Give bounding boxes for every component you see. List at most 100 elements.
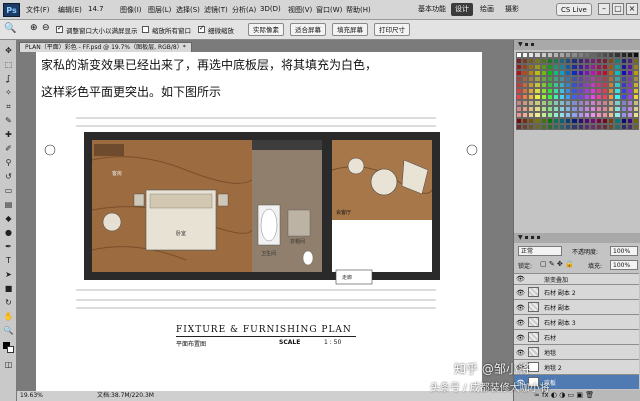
scrubby-zoom-label: 细微缩放 bbox=[208, 27, 234, 35]
workspace-design[interactable]: 设计 bbox=[451, 3, 473, 16]
layer-row[interactable]: 👁 石材 副本 2 bbox=[514, 284, 639, 299]
crop-tool-icon[interactable]: ⌗ bbox=[3, 102, 14, 111]
minimize-icon[interactable]: – bbox=[598, 3, 610, 15]
layers-panel-header[interactable]: ▼ ▪ ▪ ▪ bbox=[514, 233, 640, 243]
layer-row[interactable]: 👁 渐变叠加 bbox=[514, 273, 639, 284]
zoom-tool-icon: 🔍 bbox=[4, 23, 17, 34]
floor-plan: 会客厅 卧室 卫生间 衣帽间 客房 走廊 FIXTURE & FURNISHIN… bbox=[36, 110, 482, 392]
brush-tool-icon[interactable]: ✐ bbox=[3, 144, 14, 153]
restore-icon[interactable]: ▢ bbox=[612, 3, 624, 15]
path-select-icon[interactable]: ➤ bbox=[3, 270, 14, 279]
layer-row[interactable]: 👁 石材 bbox=[514, 329, 639, 344]
document-tab[interactable]: PLAN（平面）彩色 - FF.psd @ 19.7%（图板层, RGB/8）* bbox=[19, 42, 192, 52]
zoom-in-icon[interactable]: ⊕ bbox=[30, 23, 38, 33]
swatches-panel-header[interactable]: ▼ ▪ ▪ bbox=[514, 40, 640, 50]
scale-label: SCALE bbox=[279, 339, 301, 346]
workspace-painting[interactable]: 绘画 bbox=[476, 3, 498, 16]
lock-label: 锁定: bbox=[518, 263, 533, 270]
background-color[interactable] bbox=[7, 346, 14, 353]
close-icon[interactable]: × bbox=[626, 3, 638, 15]
status-doc-size: 文档:38.7M/220.3M bbox=[97, 392, 154, 399]
menu-image[interactable]: 图像(I) bbox=[120, 5, 142, 15]
room-label-bedroom: 卧室 bbox=[176, 231, 187, 237]
layer-thumbnail bbox=[528, 332, 539, 342]
resize-windows-label: 调整窗口大小以满屏显示 bbox=[66, 27, 138, 35]
fill-screen-button[interactable]: 填充屏幕 bbox=[332, 23, 368, 36]
layer-row[interactable]: 👁 地毯 2 bbox=[514, 359, 639, 374]
fill-input[interactable]: 100% bbox=[610, 260, 638, 270]
caption-line-1: 家私的渐变效果已经出来了，再选中底板层，将其填充为白色， bbox=[41, 58, 378, 72]
eye-icon[interactable]: 👁 bbox=[516, 275, 525, 283]
opacity-label: 不透明度: bbox=[572, 249, 599, 256]
swatch[interactable] bbox=[632, 124, 639, 130]
room-label-lounge: 会客厅 bbox=[336, 210, 352, 216]
menu-select[interactable]: 选择(S) bbox=[176, 5, 200, 15]
blur-tool-icon[interactable]: ◆ bbox=[3, 214, 14, 223]
lock-icons[interactable]: ▢ ✎ ✥ 🔒 bbox=[540, 260, 574, 268]
eye-icon[interactable]: 👁 bbox=[516, 304, 525, 312]
plan-subtitle: 平面布置图 bbox=[176, 341, 207, 348]
status-zoom[interactable]: 19.63% bbox=[20, 391, 43, 401]
menu-edit[interactable]: 编辑(E) bbox=[58, 5, 82, 15]
room-label-closet: 衣帽间 bbox=[290, 239, 306, 245]
layer-thumbnail bbox=[528, 317, 539, 327]
cs-live-button[interactable]: CS Live bbox=[556, 3, 592, 16]
workspace-essentials[interactable]: 基本功能 bbox=[414, 3, 450, 16]
menu-3d[interactable]: 3D(D) bbox=[260, 5, 281, 13]
workspace-photography[interactable]: 摄影 bbox=[501, 3, 523, 16]
eye-icon[interactable]: 👁 bbox=[516, 349, 525, 357]
layer-row[interactable]: 👁 石材 副本 3 bbox=[514, 314, 639, 329]
gradient-tool-icon[interactable]: ▤ bbox=[3, 200, 14, 209]
swatches-grid[interactable] bbox=[516, 52, 639, 132]
layer-thumbnail bbox=[528, 302, 539, 312]
fill-label: 填充: bbox=[588, 263, 603, 270]
scrubby-zoom-checkbox[interactable] bbox=[198, 24, 205, 33]
menu-filter[interactable]: 滤镜(T) bbox=[204, 5, 228, 15]
lasso-tool-icon[interactable]: ʆ bbox=[3, 74, 14, 83]
healing-tool-icon[interactable]: ✚ bbox=[3, 130, 14, 139]
menu-layer[interactable]: 图层(L) bbox=[148, 5, 171, 15]
document-area: PLAN（平面）彩色 - FF.psd @ 19.7%（图板层, RGB/8）*… bbox=[17, 40, 513, 401]
zoom-out-icon[interactable]: ⊖ bbox=[42, 23, 50, 33]
eraser-tool-icon[interactable]: ▭ bbox=[3, 186, 14, 195]
menu-file[interactable]: 文件(F) bbox=[26, 5, 50, 15]
caption-line-2: 这样彩色平面更突出。如下图所示 bbox=[41, 85, 222, 99]
actual-pixels-button[interactable]: 实际像素 bbox=[248, 23, 284, 36]
options-bar: 🔍 ⊕ ⊖ 调整窗口大小以满屏显示 缩放所有窗口 细微缩放 实际像素 适合屏幕 … bbox=[0, 20, 640, 40]
eyedropper-tool-icon[interactable]: ✎ bbox=[3, 116, 14, 125]
zoom-tool-icon-2[interactable]: 🔍 bbox=[3, 326, 14, 335]
fit-screen-button[interactable]: 适合屏幕 bbox=[290, 23, 326, 36]
type-tool-icon[interactable]: T bbox=[3, 256, 14, 265]
canvas[interactable]: 家私的渐变效果已经出来了，再选中底板层，将其填充为白色， 这样彩色平面更突出。如… bbox=[36, 52, 482, 392]
resize-windows-checkbox[interactable] bbox=[56, 24, 63, 33]
3d-rotate-icon[interactable]: ↻ bbox=[3, 298, 14, 307]
pen-tool-icon[interactable]: ✒ bbox=[3, 242, 14, 251]
move-tool-icon[interactable]: ✥ bbox=[3, 46, 14, 55]
stamp-tool-icon[interactable]: ⚲ bbox=[3, 158, 14, 167]
eye-icon[interactable]: 👁 bbox=[516, 319, 525, 327]
watermark-toutiao: 头条号 / 成都装修大咖小将 bbox=[430, 383, 550, 394]
dodge-tool-icon[interactable]: ● bbox=[3, 228, 14, 237]
eye-icon[interactable]: 👁 bbox=[516, 289, 525, 297]
zoom-all-windows-checkbox[interactable] bbox=[142, 26, 149, 33]
eye-icon[interactable]: 👁 bbox=[516, 334, 525, 342]
opacity-input[interactable]: 100% bbox=[610, 246, 638, 256]
watermark-zhihu: 知乎 @邹小将 bbox=[454, 362, 530, 376]
layer-thumbnail bbox=[528, 287, 539, 297]
menu-view[interactable]: 视图(V) bbox=[288, 5, 312, 15]
menu-analysis[interactable]: 分析(A) bbox=[232, 5, 256, 15]
menu-window[interactable]: 窗口(W) bbox=[316, 5, 342, 15]
scale-value: 1 : 50 bbox=[324, 339, 342, 346]
blend-mode-select[interactable]: 正常 bbox=[518, 246, 562, 256]
quick-mask-icon[interactable]: ◫ bbox=[3, 360, 14, 369]
menu-help[interactable]: 帮助(H) bbox=[346, 5, 371, 15]
history-brush-icon[interactable]: ↺ bbox=[3, 172, 14, 181]
layer-row[interactable]: 👁 地毯 bbox=[514, 344, 639, 359]
shape-tool-icon[interactable]: ■ bbox=[3, 284, 14, 293]
marquee-tool-icon[interactable]: ⬚ bbox=[3, 60, 14, 69]
right-panels: ▼ ▪ ▪ ▼ ▪ ▪ ▪ 正常 不透明度: 100% 锁定: ▢ ✎ ✥ 🔒 … bbox=[513, 40, 640, 401]
magic-wand-tool-icon[interactable]: ✧ bbox=[3, 88, 14, 97]
hand-tool-icon[interactable]: ✋ bbox=[3, 312, 14, 321]
layer-row[interactable]: 👁 石材 副本 bbox=[514, 299, 639, 314]
print-size-button[interactable]: 打印尺寸 bbox=[374, 23, 410, 36]
